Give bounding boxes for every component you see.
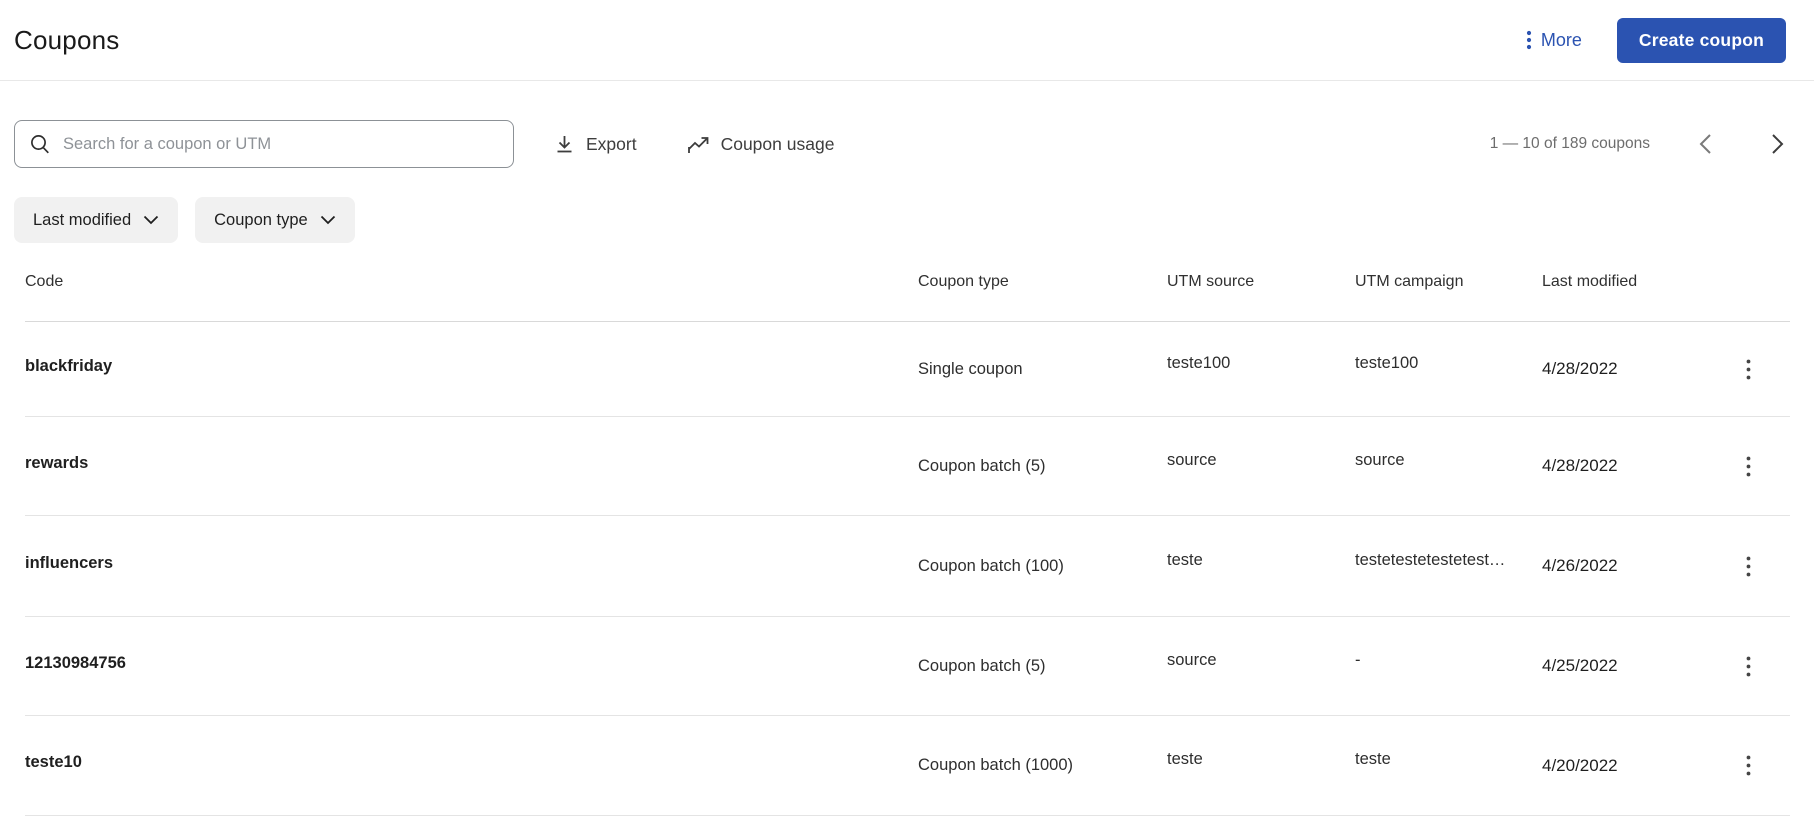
coupon-utm-source: teste100 xyxy=(1167,353,1231,372)
chevron-down-icon xyxy=(143,215,159,225)
table-row[interactable]: teste10 Coupon batch (1000) teste teste … xyxy=(25,716,1790,816)
search-field-wrap xyxy=(14,120,514,168)
coupon-last-modified: 4/25/2022 xyxy=(1542,656,1618,675)
coupon-utm-campaign: source xyxy=(1355,450,1405,469)
coupon-utm-campaign: testetestetestetest… xyxy=(1355,550,1506,569)
kebab-vertical-icon xyxy=(1746,359,1751,380)
download-icon xyxy=(554,134,575,155)
trend-line-icon xyxy=(687,134,710,155)
coupon-utm-campaign: teste100 xyxy=(1355,353,1419,372)
coupon-usage-button[interactable]: Coupon usage xyxy=(687,133,835,155)
filter-coupon-type-label: Coupon type xyxy=(214,210,308,229)
coupon-utm-source: teste xyxy=(1167,550,1203,569)
header-actions: More Create coupon xyxy=(1526,17,1786,63)
chevron-left-icon xyxy=(1699,133,1712,155)
coupon-utm-source: source xyxy=(1167,450,1217,469)
row-menu-button[interactable] xyxy=(1731,549,1765,583)
search-input[interactable] xyxy=(14,120,514,168)
coupon-type: Coupon batch (5) xyxy=(918,456,1046,475)
chevron-down-icon xyxy=(320,215,336,225)
coupon-code: rewards xyxy=(25,453,89,472)
coupon-last-modified: 4/28/2022 xyxy=(1542,359,1618,378)
page-header: Coupons More Create coupon xyxy=(0,0,1814,81)
export-button[interactable]: Export xyxy=(554,134,637,155)
column-header-code: Code xyxy=(25,273,64,290)
coupon-last-modified: 4/20/2022 xyxy=(1542,755,1618,775)
row-menu-button[interactable] xyxy=(1731,352,1765,386)
filter-last-modified[interactable]: Last modified xyxy=(14,197,179,243)
filter-coupon-type[interactable]: Coupon type xyxy=(195,197,355,243)
coupon-utm-campaign: - xyxy=(1355,650,1361,669)
row-menu-button[interactable] xyxy=(1731,449,1765,483)
filter-last-modified-label: Last modified xyxy=(33,210,132,229)
coupon-type: Coupon batch (1000) xyxy=(918,756,1074,774)
more-button-label: More xyxy=(1540,29,1582,50)
coupon-utm-campaign: teste xyxy=(1355,750,1391,768)
filter-bar: Last modified Coupon type xyxy=(14,197,1814,243)
table-row[interactable]: rewards Coupon batch (5) source source 4… xyxy=(25,417,1790,516)
coupon-code: blackfriday xyxy=(25,356,113,375)
kebab-vertical-icon xyxy=(1746,456,1751,477)
coupon-code: influencers xyxy=(25,553,114,572)
page-title: Coupons xyxy=(14,24,120,55)
coupon-type: Coupon batch (100) xyxy=(918,556,1064,575)
more-button[interactable]: More xyxy=(1526,28,1582,52)
column-header-utm-campaign: UTM campaign xyxy=(1355,273,1464,290)
coupon-code: 12130984756 xyxy=(25,653,126,672)
next-page-button[interactable] xyxy=(1764,131,1790,157)
coupon-utm-source: teste xyxy=(1167,750,1203,768)
kebab-vertical-icon xyxy=(1746,556,1751,577)
coupon-last-modified: 4/28/2022 xyxy=(1542,456,1618,475)
table-row[interactable]: influencers Coupon batch (100) teste tes… xyxy=(25,516,1790,617)
row-menu-button[interactable] xyxy=(1731,649,1765,683)
coupon-type: Coupon batch (5) xyxy=(918,656,1046,675)
column-header-coupon-type: Coupon type xyxy=(918,273,1009,290)
coupon-last-modified: 4/26/2022 xyxy=(1542,556,1618,575)
column-header-last-modified: Last modified xyxy=(1542,273,1638,290)
coupons-table: Code Coupon type UTM source UTM campaign… xyxy=(25,243,1790,816)
chevron-right-icon xyxy=(1771,133,1784,155)
coupon-utm-source: source xyxy=(1167,650,1217,669)
coupons-page: Coupons More Create coupon Search for a … xyxy=(0,0,1814,820)
create-coupon-button[interactable]: Create coupon xyxy=(1616,17,1786,63)
coupon-type: Single coupon xyxy=(918,359,1023,378)
pagination-label: 1 — 10 of 189 coupons xyxy=(1489,135,1650,152)
pagination: 1 — 10 of 189 coupons xyxy=(1490,131,1790,157)
column-header-utm-source: UTM source xyxy=(1167,273,1255,290)
coupon-usage-button-label: Coupon usage xyxy=(720,133,835,154)
coupon-code: teste10 xyxy=(25,753,82,771)
row-menu-button[interactable] xyxy=(1731,749,1765,783)
kebab-vertical-icon xyxy=(1746,656,1751,677)
toolbar: Export Coupon usage 1 — 10 of 189 coupon… xyxy=(14,120,1790,168)
previous-page-button[interactable] xyxy=(1692,131,1718,157)
table-header-row: Code Coupon type UTM source UTM campaign… xyxy=(25,243,1790,322)
table-row[interactable]: 12130984756 Coupon batch (5) source - 4/… xyxy=(25,617,1790,716)
table-row[interactable]: blackfriday Single coupon teste100 teste… xyxy=(25,322,1790,417)
export-button-label: Export xyxy=(586,133,637,154)
kebab-vertical-icon xyxy=(1746,755,1751,776)
kebab-vertical-icon xyxy=(1526,28,1532,52)
